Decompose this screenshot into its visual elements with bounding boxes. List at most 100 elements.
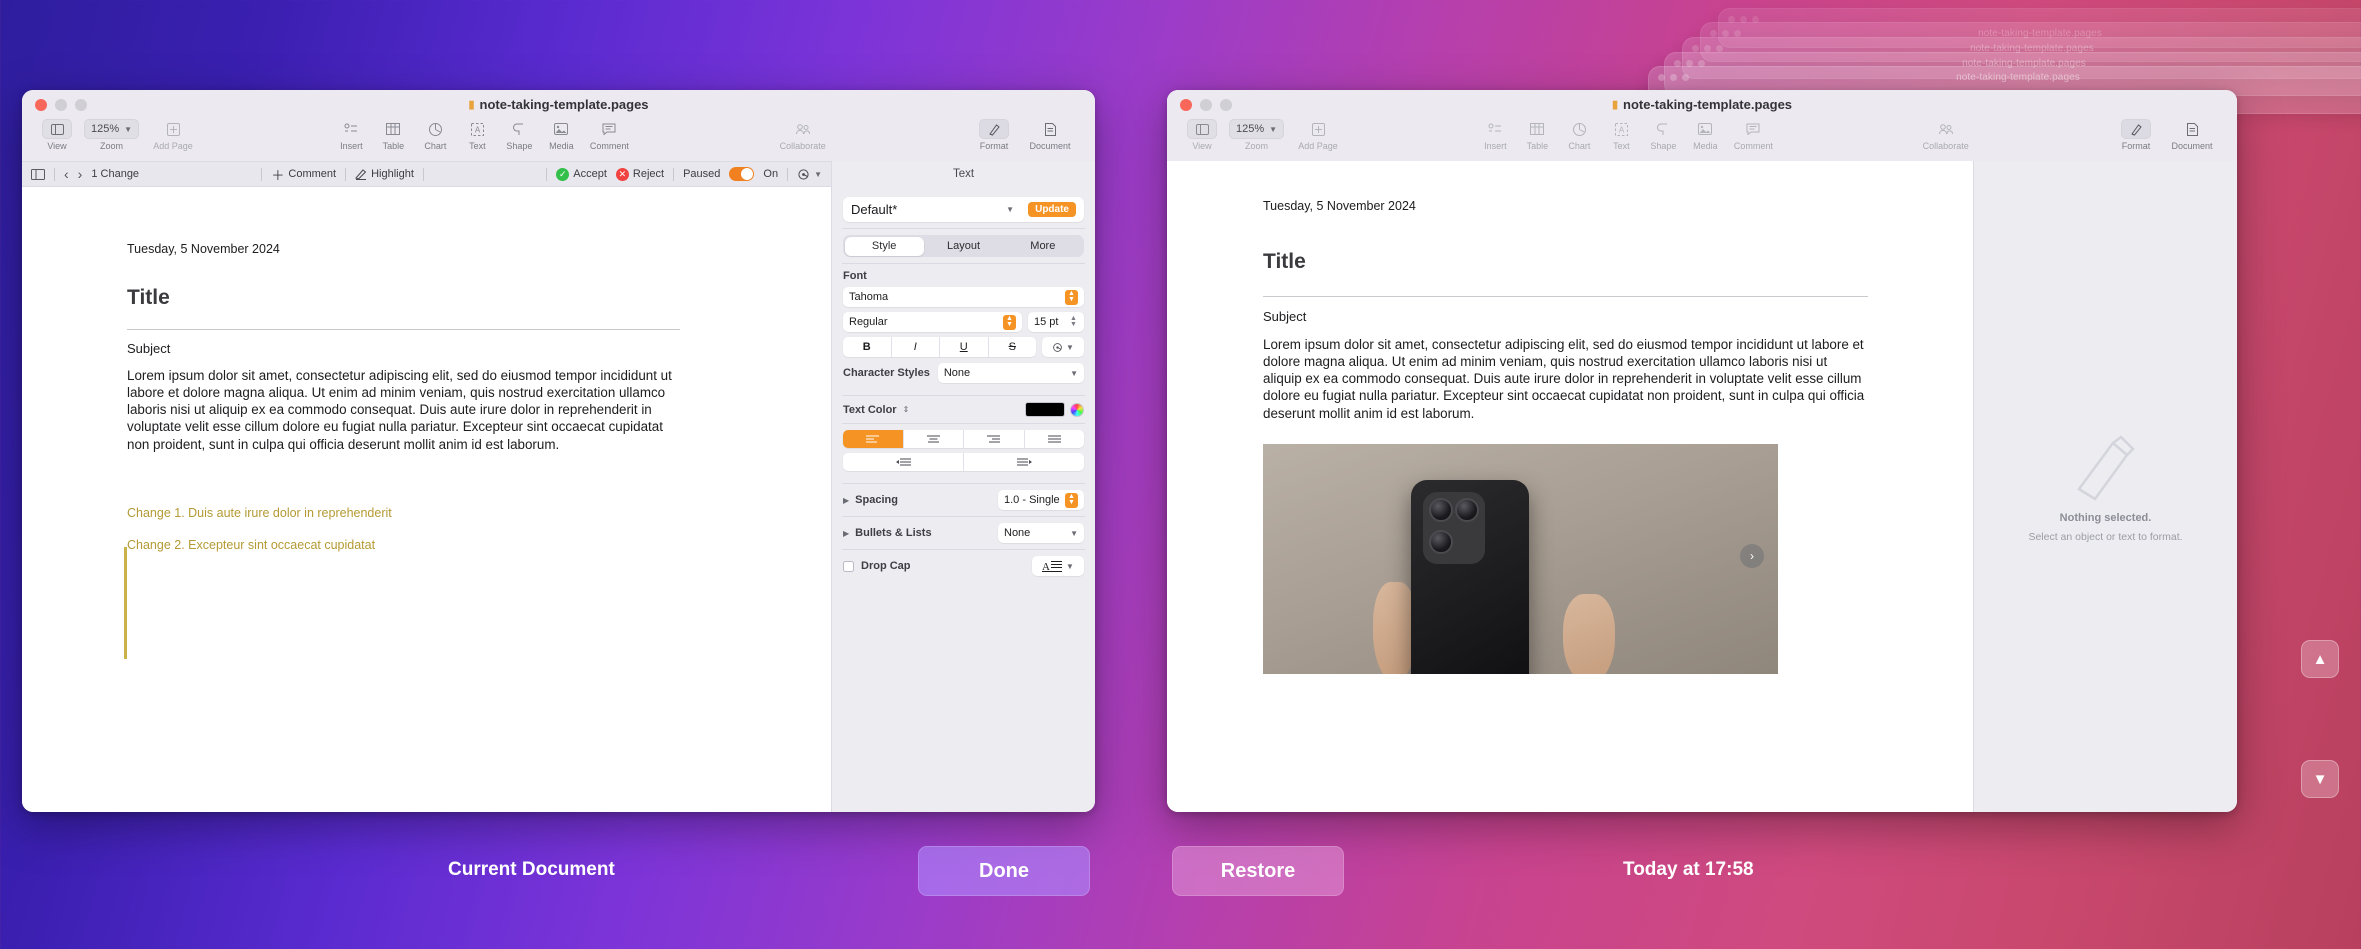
zoom-dropdown[interactable]: 125% ▼ [84, 119, 140, 139]
view-control[interactable]: View [1181, 119, 1223, 151]
format-control[interactable]: Format [969, 119, 1019, 151]
tab-more[interactable]: More [1003, 237, 1082, 256]
collaborate-icon[interactable] [788, 119, 818, 139]
document-icon[interactable] [2177, 119, 2207, 139]
zoom-dropdown[interactable]: 125% ▼ [1229, 119, 1285, 139]
tab-layout[interactable]: Layout [924, 237, 1003, 256]
align-left-button[interactable] [843, 430, 904, 448]
collaborate-icon[interactable] [1931, 119, 1961, 139]
bold-button[interactable]: B [843, 337, 892, 357]
table-control[interactable]: Table [372, 119, 414, 151]
indent-buttons[interactable] [843, 453, 1084, 471]
text-control[interactable]: A Text [1600, 119, 1642, 151]
shape-control[interactable]: Shape [1642, 119, 1684, 151]
close-button[interactable] [1180, 98, 1192, 111]
comment-icon[interactable] [594, 119, 624, 139]
tracking-options-button[interactable]: ▼ [797, 168, 822, 181]
next-change-button[interactable]: › [78, 166, 83, 182]
shape-icon[interactable] [504, 119, 534, 139]
maximize-button[interactable] [1220, 98, 1232, 111]
align-justify-button[interactable] [1025, 430, 1085, 448]
drop-cap-style-dropdown[interactable]: A ▼ [1032, 556, 1084, 576]
collaborate-control[interactable]: Collaborate [766, 119, 840, 151]
text-icon[interactable]: A [1606, 119, 1636, 139]
media-control[interactable]: Media [1684, 119, 1726, 151]
increase-indent-button[interactable] [964, 453, 1084, 471]
done-button[interactable]: Done [918, 846, 1090, 896]
font-size-field[interactable]: 15 pt ▲ ▼ [1028, 312, 1084, 332]
accept-change-button[interactable]: ✓ Accept [556, 167, 607, 181]
highlight-button[interactable]: Highlight [355, 168, 414, 180]
bullets-dropdown[interactable]: None ▼ [998, 523, 1084, 543]
zoom-control[interactable]: 125% ▼ Zoom [78, 119, 145, 151]
timemachine-up-arrow[interactable]: ▲ [2301, 640, 2339, 678]
stepper-icon[interactable]: ⇕ [903, 405, 910, 414]
color-wheel-icon[interactable] [1070, 402, 1084, 417]
table-control[interactable]: Table [1516, 119, 1558, 151]
format-control[interactable]: Format [2111, 119, 2161, 151]
track-changes-bar[interactable]: ‹ › 1 Change ＋ Comment Highlight ✓ Accep… [22, 161, 831, 187]
insert-control[interactable]: Insert [330, 119, 372, 151]
stepper-icon[interactable]: ▲ ▼ [1003, 314, 1016, 330]
shape-control[interactable]: Shape [498, 119, 540, 151]
collaborate-control[interactable]: Collaborate [1909, 119, 1983, 151]
drop-cap-checkbox[interactable] [843, 560, 854, 572]
comment-control[interactable]: Comment [1726, 119, 1780, 151]
current-document-canvas[interactable]: Tuesday, 5 November 2024 Title Subject L… [22, 187, 831, 812]
add-page-icon[interactable] [1303, 119, 1333, 139]
text-icon[interactable]: A [462, 119, 492, 139]
chevron-right-icon[interactable]: ▶ [843, 496, 849, 505]
next-image-button[interactable]: › [1740, 543, 1764, 568]
current-document-window[interactable]: ▮ note-taking-template.pages View 125% ▼… [22, 90, 1095, 812]
align-right-button[interactable] [964, 430, 1025, 448]
traffic-lights[interactable] [35, 98, 87, 111]
format-icon[interactable] [2121, 119, 2151, 139]
document-control[interactable]: Document [1019, 119, 1081, 151]
media-icon[interactable] [1690, 119, 1720, 139]
add-comment-button[interactable]: ＋ Comment [271, 165, 336, 184]
decrease-indent-button[interactable] [843, 453, 964, 471]
prev-change-button[interactable]: ‹ [64, 166, 69, 182]
table-icon[interactable] [378, 119, 408, 139]
chart-icon[interactable] [420, 119, 450, 139]
italic-button[interactable]: I [892, 337, 940, 357]
chart-icon[interactable] [1564, 119, 1594, 139]
font-weight-dropdown[interactable]: Regular ▲ ▼ [843, 312, 1022, 332]
add-page-icon[interactable] [158, 119, 188, 139]
restore-toolbar[interactable]: View 125% ▼ Zoom Add Page Insert Table C… [1167, 119, 2237, 161]
insert-icon[interactable] [1480, 119, 1510, 139]
font-family-dropdown[interactable]: Tahoma ▲ ▼ [843, 287, 1084, 307]
format-tabs[interactable]: Style Layout More [843, 235, 1084, 257]
timemachine-down-arrow[interactable]: ▼ [2301, 760, 2339, 798]
comment-icon[interactable] [1738, 119, 1768, 139]
chart-control[interactable]: Chart [414, 119, 456, 151]
table-icon[interactable] [1522, 119, 1552, 139]
comment-control[interactable]: Comment [582, 119, 636, 151]
media-icon[interactable] [546, 119, 576, 139]
character-styles-dropdown[interactable]: None ▼ [937, 363, 1084, 383]
spacing-dropdown[interactable]: 1.0 - Single ▲ ▼ [998, 490, 1084, 510]
strikethrough-button[interactable]: S [989, 337, 1037, 357]
document-control[interactable]: Document [2161, 119, 2223, 151]
stepper-icon[interactable]: ▲ ▼ [1069, 315, 1078, 328]
tab-style[interactable]: Style [844, 236, 924, 256]
reject-change-button[interactable]: ✕ Reject [615, 167, 664, 181]
restore-button[interactable]: Restore [1172, 846, 1344, 896]
update-style-button[interactable]: Update [1028, 202, 1076, 217]
maximize-button[interactable] [75, 98, 87, 111]
document-icon[interactable] [1035, 119, 1065, 139]
zoom-control[interactable]: 125% ▼ Zoom [1223, 119, 1290, 151]
text-color-swatch[interactable] [1025, 402, 1065, 417]
view-control[interactable]: View [36, 119, 78, 151]
stepper-icon[interactable]: ▲ ▼ [1065, 289, 1078, 305]
text-style-buttons[interactable]: B I U S [843, 337, 1036, 357]
horizontal-alignment-buttons[interactable] [843, 430, 1084, 448]
insert-icon[interactable] [336, 119, 366, 139]
stepper-icon[interactable]: ▲ ▼ [1065, 492, 1078, 508]
close-button[interactable] [35, 98, 47, 111]
restore-document-canvas[interactable]: Tuesday, 5 November 2024 Title Subject L… [1167, 161, 1973, 812]
add-page-control[interactable]: Add Page [145, 119, 201, 151]
chevron-right-icon[interactable]: ▶ [843, 529, 849, 538]
align-center-button[interactable] [904, 430, 964, 448]
underline-button[interactable]: U [940, 337, 989, 357]
